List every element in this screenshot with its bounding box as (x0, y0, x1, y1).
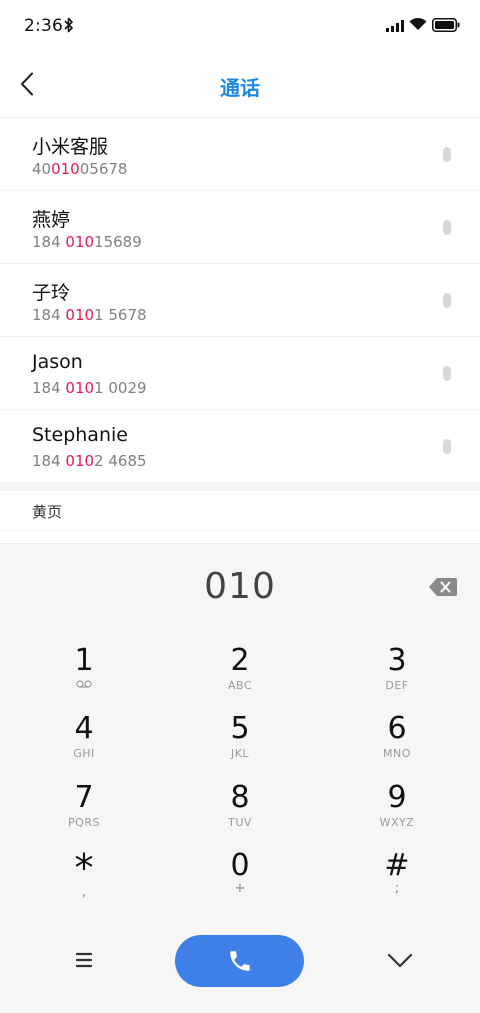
call-button[interactable] (175, 935, 304, 987)
contact-name: Stephanie (32, 424, 128, 446)
row-handle (443, 147, 451, 162)
contact-result-row[interactable]: 燕婷 184 01015689 (0, 191, 480, 264)
contact-result-row[interactable]: 子玲 184 0101 5678 (0, 264, 480, 337)
key-8[interactable]: 8 TUV (180, 781, 300, 843)
row-handle (443, 439, 451, 454)
contact-number: 184 0102 4685 (32, 452, 147, 470)
phone-icon (229, 951, 250, 971)
row-handle (443, 366, 451, 381)
header: 通话 (0, 58, 480, 114)
contact-name: 燕婷 (32, 209, 71, 231)
dialed-number: 010 (204, 566, 276, 607)
key-hash[interactable]: # ; (337, 849, 457, 911)
wifi-icon (409, 17, 427, 30)
key-5[interactable]: 5 JKL (180, 712, 300, 774)
contact-name: 小米客服 (32, 136, 109, 158)
dialpad: 010 1 2 ABC 3 DEF 4 GHI 5 JKL 6 MNO 7 PQ… (0, 543, 480, 1013)
contact-number: 4001005678 (32, 160, 128, 178)
contact-result-row[interactable]: 小米客服 4001005678 (0, 118, 480, 191)
signal-icon (386, 20, 404, 32)
key-2[interactable]: 2 ABC (180, 644, 300, 706)
row-handle (443, 293, 451, 308)
contact-name: 子玲 (32, 282, 71, 304)
contact-number: 184 01015689 (32, 233, 142, 251)
contact-result-row[interactable]: Stephanie 184 0102 4685 (0, 410, 480, 483)
key-6[interactable]: 6 MNO (337, 712, 457, 774)
number-match: 010 (65, 233, 95, 251)
number-match: 010 (65, 306, 95, 324)
contact-result-row[interactable]: Jason 184 0101 0029 (0, 337, 480, 410)
backspace-icon[interactable] (428, 576, 458, 598)
key-9[interactable]: 9 WXYZ (337, 781, 457, 843)
number-match: 010 (65, 452, 95, 470)
contact-number: 184 0101 5678 (32, 306, 147, 324)
contact-results-list: 小米客服 4001005678 燕婷 184 01015689 子玲 184 0… (0, 118, 480, 483)
battery-icon (432, 18, 460, 32)
key-7[interactable]: 7 PQRS (24, 781, 144, 843)
key-0[interactable]: 0 + (180, 849, 300, 911)
key-1[interactable]: 1 (24, 644, 144, 706)
key-4[interactable]: 4 GHI (24, 712, 144, 774)
bluetooth-icon (64, 17, 73, 33)
contact-number: 184 0101 0029 (32, 379, 147, 397)
page-title: 通话 (220, 76, 260, 100)
key-3[interactable]: 3 DEF (337, 644, 457, 706)
number-match: 010 (65, 379, 95, 397)
status-time: 2:36 (24, 16, 63, 36)
section-gap (0, 483, 480, 491)
contact-name: Jason (32, 351, 83, 373)
voicemail-icon (76, 680, 92, 688)
status-bar: 2:36 (0, 0, 480, 52)
row-handle (443, 220, 451, 235)
yellow-pages-label: 黄页 (32, 503, 63, 521)
chevron-down-icon[interactable] (386, 948, 414, 972)
menu-icon[interactable] (70, 946, 98, 974)
number-match: 010 (51, 160, 80, 178)
yellow-pages-row[interactable]: 黄页 (0, 491, 480, 531)
key-star[interactable]: * , (24, 849, 144, 911)
